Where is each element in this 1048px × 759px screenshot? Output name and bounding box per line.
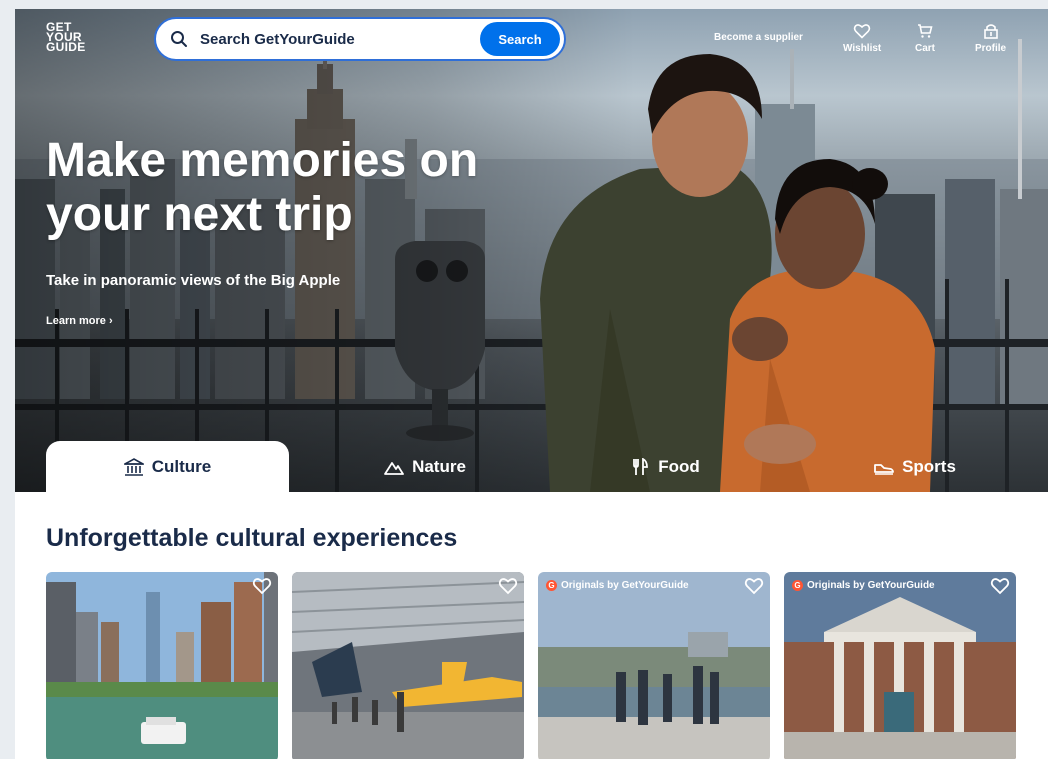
profile-icon [983,24,998,39]
cart-button[interactable]: Cart [915,22,935,54]
logo-line-3: GUIDE [46,40,86,54]
couple-photo [540,54,935,492]
section-title: Unforgettable cultural experiences [46,524,458,552]
hero-subline: Take in panoramic views of the Big Apple [46,272,341,289]
card-image [46,572,278,759]
card-image [292,572,524,759]
getyourguide-g-icon: G [546,580,557,591]
experience-card[interactable] [292,572,524,759]
heart-icon[interactable] [498,576,518,596]
headline-line-1: Make memories on [46,134,479,187]
experience-card[interactable]: G Originals by GetYourGuide [784,572,1016,759]
card-image [784,572,1016,759]
page: GET YOUR GUIDE Search GetYourGuide Searc… [15,9,1048,759]
originals-badge: G Originals by GetYourGuide [792,580,935,591]
getyourguide-g-icon: G [792,580,803,591]
hero-headline: Make memories on your next trip [46,134,526,242]
badge-label: Originals by GetYourGuide [807,580,935,591]
learn-more-link[interactable]: Learn more › [46,315,113,327]
search-bar[interactable]: Search GetYourGuide Search [154,17,566,61]
cart-icon [918,24,933,38]
wishlist-button[interactable]: Wishlist [843,22,881,54]
tab-sports-label: Sports [902,456,956,476]
cart-label: Cart [915,43,936,54]
heart-icon [853,24,871,39]
heart-icon[interactable] [252,576,272,596]
tab-food-label: Food [658,456,700,476]
museum-icon [123,457,144,476]
badge-label: Originals by GetYourGuide [561,580,689,591]
tab-nature-label: Nature [412,456,466,476]
wishlist-label: Wishlist [843,43,882,54]
profile-button[interactable]: Profile [975,22,1006,54]
tab-nature[interactable]: Nature [315,441,535,492]
tab-food[interactable]: Food [555,441,775,492]
become-supplier-link[interactable]: Become a supplier [714,32,803,43]
heart-icon[interactable] [990,576,1010,596]
tab-culture-label: Culture [151,456,212,476]
heart-icon[interactable] [744,576,764,596]
fork-knife-icon [633,457,649,475]
experience-card[interactable] [46,572,278,759]
originals-badge: G Originals by GetYourGuide [546,580,689,591]
hero-banner[interactable]: GET YOUR GUIDE Search GetYourGuide Searc… [15,9,1048,492]
sneaker-icon [874,463,894,475]
search-icon [171,31,187,47]
tab-culture[interactable]: Culture [46,441,289,492]
getyourguide-logo[interactable]: GET YOUR GUIDE [46,21,86,54]
search-button[interactable]: Search [480,22,560,56]
headline-line-2: your next trip [46,188,353,241]
search-input[interactable]: Search GetYourGuide [200,31,480,48]
card-image [538,572,770,759]
tab-sports[interactable]: Sports [805,441,1025,492]
experience-card[interactable]: G Originals by GetYourGuide [538,572,770,759]
profile-label: Profile [975,43,1007,54]
mountain-icon [384,461,404,475]
